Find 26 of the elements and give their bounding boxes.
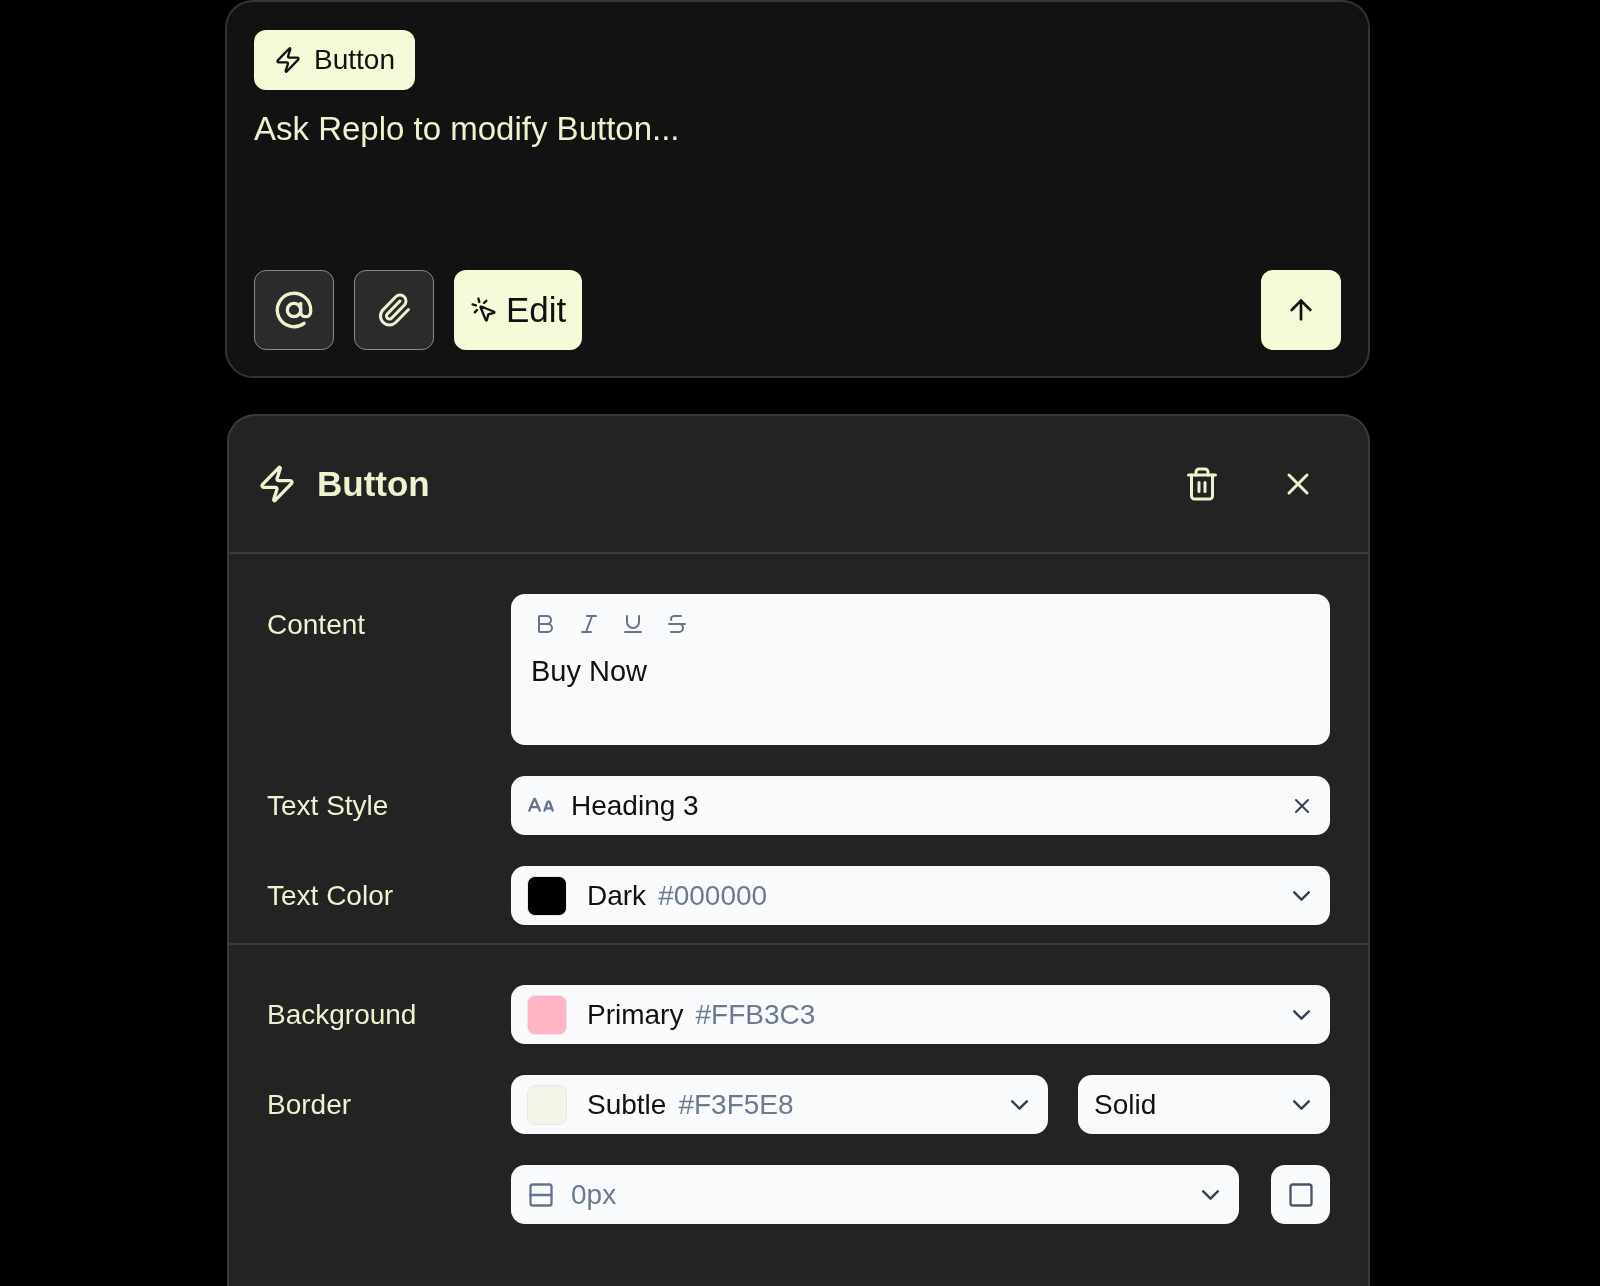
field-label: Text Color <box>267 878 395 913</box>
color-select[interactable]: Primary #FFB3C3 <box>511 985 1330 1044</box>
color-name: Primary <box>587 997 684 1032</box>
panel-title: Button <box>317 462 430 505</box>
content-text: Buy Now <box>531 654 649 689</box>
color-name: Subtle <box>587 1087 667 1122</box>
color-select[interactable]: Subtle #F3F5E8 <box>511 1075 1048 1134</box>
field-label: Background <box>267 997 418 1032</box>
text-style-select[interactable]: Heading 3 <box>511 776 1330 835</box>
color-hex: #F3F5E8 <box>678 1087 794 1122</box>
color-select[interactable]: Dark #000000 <box>511 866 1330 925</box>
border-style-select[interactable]: Solid <box>1078 1075 1330 1134</box>
prompt-input[interactable]: Ask Replo to modify Button... <box>254 104 1341 154</box>
border-style-value: Solid <box>1094 1087 1157 1122</box>
color-hex: #000000 <box>658 878 768 913</box>
edit-button[interactable]: Edit <box>454 270 583 350</box>
border-width-value: 0px <box>571 1177 617 1212</box>
color-hex: #FFB3C3 <box>695 997 816 1032</box>
field-label: Content <box>267 608 367 642</box>
field-label: Text Style <box>267 788 390 823</box>
border-width-select[interactable]: 0px <box>511 1165 1239 1224</box>
field-label: Border <box>267 1087 353 1122</box>
rich-text-editor[interactable]: Buy Now <box>511 594 1330 745</box>
text-style-value: Heading 3 <box>571 788 699 823</box>
component-chip[interactable]: Button <box>254 30 415 90</box>
color-name: Dark <box>587 878 647 913</box>
